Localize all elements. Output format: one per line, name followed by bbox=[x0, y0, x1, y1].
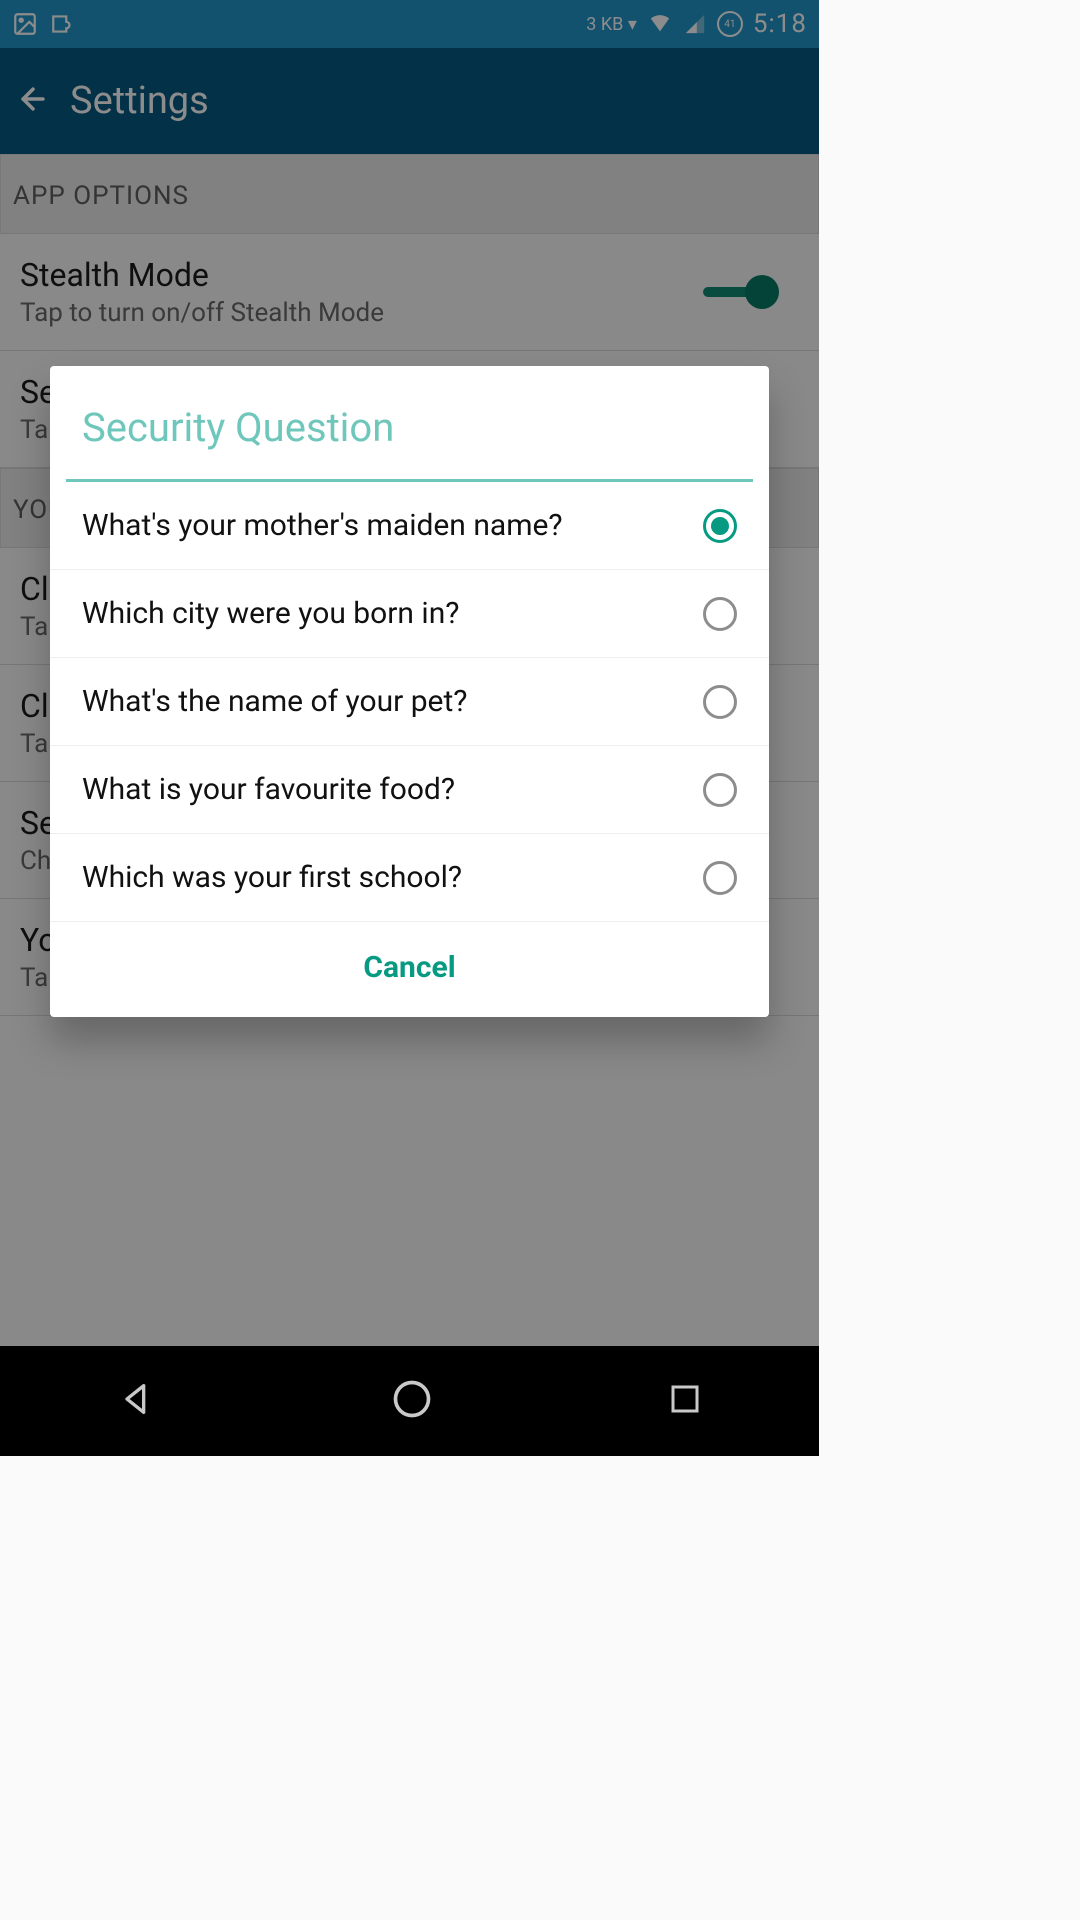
nav-recent-icon[interactable] bbox=[667, 1381, 703, 1421]
radio-icon[interactable] bbox=[703, 597, 737, 631]
nav-home-icon[interactable] bbox=[390, 1377, 434, 1425]
security-question-option[interactable]: What's your mother's maiden name? bbox=[50, 482, 769, 570]
security-question-option[interactable]: Which was your first school? bbox=[50, 834, 769, 922]
option-label: Which was your first school? bbox=[82, 860, 703, 895]
security-question-option[interactable]: What's the name of your pet? bbox=[50, 658, 769, 746]
radio-icon[interactable] bbox=[703, 773, 737, 807]
security-question-option[interactable]: Which city were you born in? bbox=[50, 570, 769, 658]
option-label: What is your favourite food? bbox=[82, 772, 703, 807]
option-label: What's your mother's maiden name? bbox=[82, 508, 703, 543]
cancel-button[interactable]: Cancel bbox=[50, 922, 769, 1017]
security-question-dialog: Security Question What's your mother's m… bbox=[50, 366, 769, 1017]
radio-icon[interactable] bbox=[703, 509, 737, 543]
option-label: What's the name of your pet? bbox=[82, 684, 703, 719]
dialog-title: Security Question bbox=[50, 366, 769, 479]
nav-back-icon[interactable] bbox=[117, 1379, 157, 1423]
radio-icon[interactable] bbox=[703, 861, 737, 895]
security-question-option[interactable]: What is your favourite food? bbox=[50, 746, 769, 834]
nav-bar bbox=[0, 1346, 819, 1456]
radio-icon[interactable] bbox=[703, 685, 737, 719]
option-label: Which city were you born in? bbox=[82, 596, 703, 631]
